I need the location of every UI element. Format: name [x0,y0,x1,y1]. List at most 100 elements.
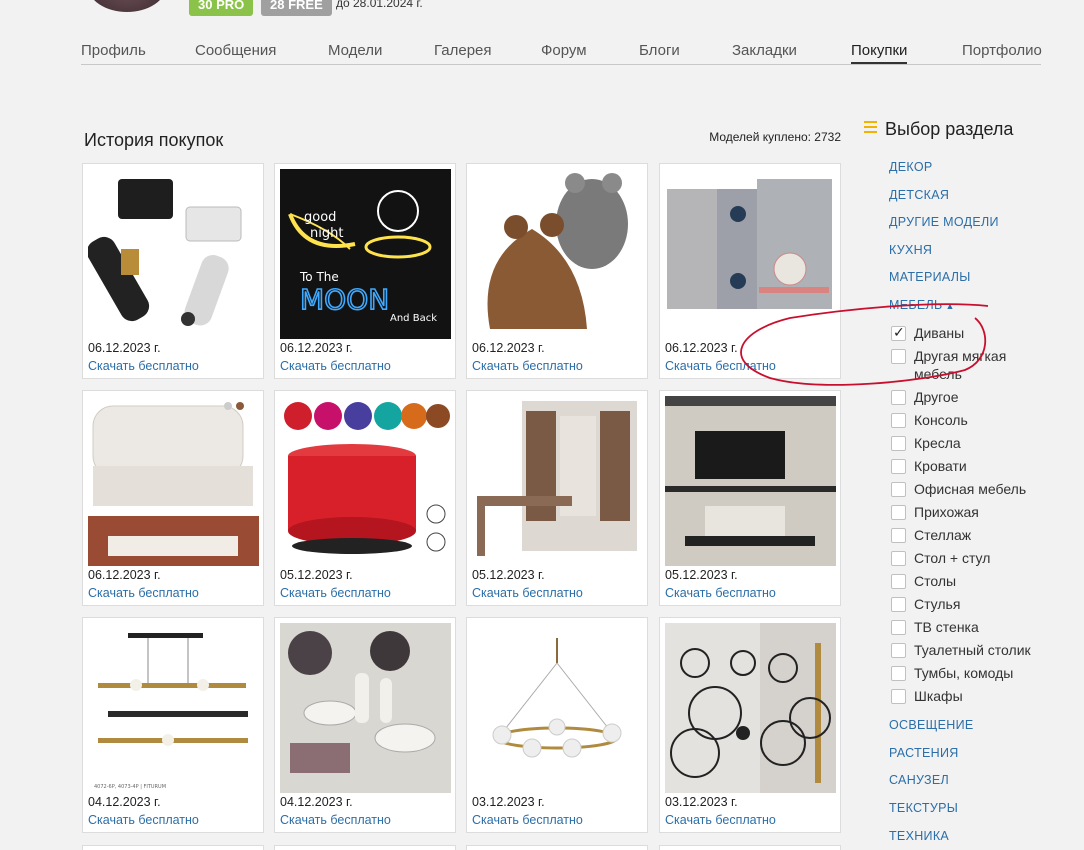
smart-speaker-image[interactable] [280,396,451,566]
purchase-card: good night To The MOON And Back 06.12.20… [274,163,456,379]
download-free-link[interactable]: Скачать бесплатно [88,359,199,373]
download-free-link[interactable]: Скачать бесплатно [88,813,199,827]
checkbox[interactable] [891,643,906,658]
subcategory-label: ТВ стенка [914,619,979,635]
pendant-lamp-image[interactable]: 4072-6P, 4073-4P | FITURUM [88,623,259,793]
avatar[interactable] [88,0,166,12]
tab-profile[interactable]: Профиль [81,42,146,59]
subcategory-label: Стол + стул [914,550,991,566]
subcategory-label: Кровати [914,458,967,474]
checkbox[interactable] [891,689,906,704]
category-appliances[interactable]: ТЕХНИКА [889,829,949,843]
subcategory-label: Стеллаж [914,527,972,543]
category-plants[interactable]: РАСТЕНИЯ [889,746,959,760]
purchase-card: 05.12.2023 г. Скачать бесплатно [659,390,841,606]
neon-moon-text: MOON [300,283,389,316]
checkbox[interactable] [891,436,906,451]
download-free-link[interactable]: Скачать бесплатно [280,359,391,373]
checkbox[interactable] [891,505,906,520]
tab-gallery[interactable]: Галерея [434,42,492,59]
tab-portfolio[interactable]: Портфолио [962,42,1042,59]
subcategory-label: Столы [914,573,957,589]
purchase-date: 03.12.2023 г. [472,795,545,809]
wall-lamp-image[interactable] [665,623,836,793]
pendant-caption: 4072-6P, 4073-4P | FITURUM [94,784,166,790]
category-materials[interactable]: МАТЕРИАЛЫ [889,270,971,284]
category-kitchen[interactable]: КУХНЯ [889,243,932,257]
checkbox[interactable] [891,324,906,341]
purchase-date: 04.12.2023 г. [88,795,161,809]
bed-image[interactable] [88,396,259,566]
category-lighting[interactable]: ОСВЕЩЕНИЕ [889,718,974,732]
category-furniture[interactable]: МЕБЕЛЬ ▲ [889,298,955,312]
download-free-link[interactable]: Скачать бесплатно [472,586,583,600]
checkbox[interactable] [891,349,906,364]
subcategory-label: Шкафы [914,688,963,704]
purchase-date: 06.12.2023 г. [88,568,161,582]
tab-blogs[interactable]: Блоги [639,42,680,59]
subcategory-label: Тумбы, комоды [914,665,1014,681]
category-bathroom[interactable]: САНУЗЕЛ [889,773,949,787]
download-free-link[interactable]: Скачать бесплатно [472,359,583,373]
profile-tabs: Профиль Сообщения Модели Галерея Форум Б… [81,40,1042,65]
purchase-card: 4072-6P, 4073-4P | FITURUM 04.12.2023 г.… [82,617,264,833]
purchase-card: 03.12.2023 г. Скачать бесплатно [659,617,841,833]
pro-badge: 30 PRO [189,0,254,16]
subcategory-label: Стулья [914,596,961,612]
checkbox[interactable] [891,574,906,589]
subcategory-label: Другое [914,389,959,405]
checkbox[interactable] [891,413,906,428]
free-badge: 28 FREE [261,0,332,16]
page-title: История покупок [84,130,224,150]
chandelier-image[interactable] [472,623,643,793]
category-furniture-label: МЕБЕЛЬ [889,298,943,312]
subcategory-label: Туалетный столик [914,642,1031,658]
purchase-card: 06.12.2023 г. Скачать бесплатно [82,163,264,379]
cabinet-desk-image[interactable] [472,396,643,566]
wardrobe-image[interactable] [665,169,836,339]
download-free-link[interactable]: Скачать бесплатно [472,813,583,827]
purchase-card: 05.12.2023 г. Скачать бесплатно [466,390,648,606]
purchase-date: 06.12.2023 г. [472,341,545,355]
checkbox[interactable] [891,390,906,405]
purchase-date: 06.12.2023 г. [665,341,738,355]
checkbox[interactable] [891,528,906,543]
download-free-link[interactable]: Скачать бесплатно [665,813,776,827]
tab-models[interactable]: Модели [328,42,382,59]
checkbox[interactable] [891,620,906,635]
neon-good-text: good [304,210,336,225]
purchase-card [274,845,456,850]
neon-sign-image[interactable]: good night To The MOON And Back [280,169,451,339]
purchase-date: 05.12.2023 г. [472,568,545,582]
download-free-link[interactable]: Скачать бесплатно [665,359,776,373]
table-decor-image[interactable] [280,623,451,793]
section-select-title: Выбор раздела [885,119,1014,139]
tab-messages[interactable]: Сообщения [195,42,276,59]
checkbox[interactable] [891,597,906,612]
purchase-date: 06.12.2023 г. [88,341,161,355]
checkbox[interactable] [891,459,906,474]
models-count: Моделей куплено: 2732 [709,130,841,144]
purchase-card: 03.12.2023 г. Скачать бесплатно [466,617,648,833]
tab-purchases[interactable]: Покупки [851,42,908,64]
category-textures[interactable]: ТЕКСТУРЫ [889,801,958,815]
checkbox[interactable] [891,666,906,681]
download-free-link[interactable]: Скачать бесплатно [665,586,776,600]
download-free-link[interactable]: Скачать бесплатно [88,586,199,600]
bean-bag-image[interactable] [472,169,643,339]
download-free-link[interactable]: Скачать бесплатно [280,586,391,600]
tab-bookmarks[interactable]: Закладки [732,42,797,59]
tab-forum[interactable]: Форум [541,42,587,59]
purchase-card [466,845,648,850]
checkbox[interactable] [891,482,906,497]
category-other-models[interactable]: ДРУГИЕ МОДЕЛИ [889,215,999,229]
spot-lamp-image[interactable] [88,169,259,339]
purchase-date: 05.12.2023 г. [665,568,738,582]
download-free-link[interactable]: Скачать бесплатно [280,813,391,827]
neon-and-back-text: And Back [390,313,437,324]
checkbox[interactable] [891,551,906,566]
tv-wall-image[interactable] [665,396,836,566]
category-decor[interactable]: ДЕКОР [889,160,933,174]
category-kids[interactable]: ДЕТСКАЯ [889,188,949,202]
purchase-card: 06.12.2023 г. Скачать бесплатно [659,163,841,379]
